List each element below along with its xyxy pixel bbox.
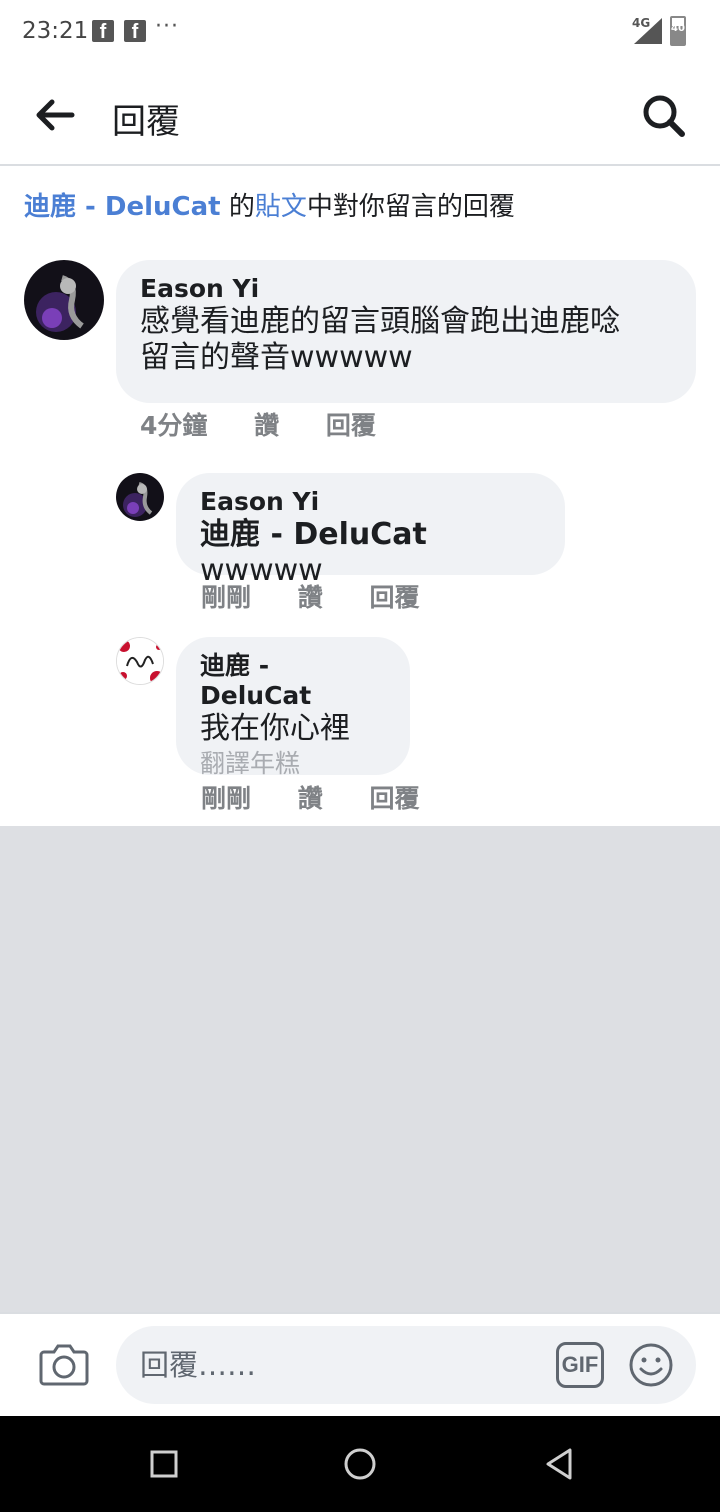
- comment-text: 我在你心裡: [200, 711, 350, 746]
- reply-input[interactable]: [116, 1326, 696, 1404]
- home-button[interactable]: [340, 1444, 380, 1484]
- nav-back-button[interactable]: [540, 1444, 580, 1484]
- system-nav-bar: [0, 1416, 720, 1512]
- reply-button[interactable]: 回覆: [369, 784, 419, 813]
- tagged-name[interactable]: 迪鹿 - DeluCat: [200, 517, 427, 552]
- avatar-image: [116, 473, 164, 521]
- camera-button[interactable]: [38, 1340, 90, 1388]
- comment-text: 留言的聲音wwwww: [140, 340, 413, 375]
- reply-button[interactable]: 回覆: [326, 411, 376, 440]
- back-button[interactable]: [32, 94, 78, 136]
- reply-button[interactable]: 回覆: [369, 583, 419, 612]
- status-bar: 23:21 f f ··· 4G 40: [0, 0, 720, 64]
- avatar[interactable]: [116, 637, 164, 685]
- avatar[interactable]: [24, 260, 104, 340]
- app-header: 回覆: [0, 64, 720, 166]
- post-author-link[interactable]: 迪鹿 - DeluCat: [24, 192, 221, 222]
- emoji-button[interactable]: [628, 1342, 674, 1388]
- post-link[interactable]: 貼文: [255, 192, 307, 222]
- comment-author[interactable]: Eason Yi: [200, 487, 541, 517]
- recent-apps-icon: [150, 1450, 178, 1478]
- avatar-image: [24, 260, 104, 340]
- facebook-icon: f: [124, 20, 146, 43]
- search-button[interactable]: [640, 92, 688, 140]
- status-time: 23:21: [22, 18, 89, 44]
- like-button[interactable]: 讚: [298, 784, 323, 813]
- back-icon: [546, 1448, 572, 1480]
- avatar[interactable]: [116, 473, 164, 521]
- comment-actions: 4分鐘 讚 回覆: [140, 406, 414, 442]
- comment-bubble: Eason Yi 感覺看迪鹿的留言頭腦會跑出迪鹿唸 留言的聲音wwwww: [116, 260, 696, 403]
- context-possessive: 的: [228, 192, 255, 222]
- camera-icon: [39, 1344, 89, 1386]
- comment-actions: 剛剛 讚 回覆: [201, 578, 457, 614]
- emoji-icon: [629, 1343, 673, 1387]
- search-icon: [643, 95, 685, 137]
- comment-bubble: 迪鹿 - DeluCat 我在你心裡 翻譯年糕: [176, 637, 410, 778]
- reply-composer: GIF: [0, 1312, 720, 1416]
- signal-icon: [634, 18, 662, 44]
- comment-text: 感覺看迪鹿的留言頭腦會跑出迪鹿唸: [140, 304, 620, 339]
- avatar-image: [117, 638, 163, 684]
- empty-area: [0, 826, 720, 1312]
- battery-level: 40: [671, 23, 685, 34]
- context-rest: 中對你留言的回覆: [306, 192, 515, 222]
- comment-author[interactable]: 迪鹿 - DeluCat: [200, 651, 386, 711]
- like-button[interactable]: 讚: [254, 411, 279, 440]
- comment-author[interactable]: Eason Yi: [140, 274, 672, 304]
- recent-apps-button[interactable]: [144, 1444, 184, 1484]
- more-notifications-icon: ···: [155, 14, 179, 39]
- comment-time: 剛剛: [201, 784, 252, 813]
- back-arrow-icon: [36, 99, 75, 131]
- comment-actions: 剛剛 讚 回覆: [201, 779, 457, 815]
- comment-time: 4分鐘: [140, 411, 208, 440]
- translate-link[interactable]: 翻譯年糕: [200, 747, 386, 781]
- page-title: 回覆: [112, 102, 180, 142]
- gif-button[interactable]: GIF: [556, 1342, 604, 1388]
- comment-bubble: Eason Yi 迪鹿 - DeluCat wwwww: [176, 473, 565, 588]
- like-button[interactable]: 讚: [298, 583, 323, 612]
- comment-time: 剛剛: [201, 583, 252, 612]
- reply-context: 迪鹿 - DeluCat 的貼文中對你留言的回覆: [24, 186, 515, 223]
- facebook-icon: f: [92, 20, 114, 43]
- home-icon: [344, 1448, 376, 1480]
